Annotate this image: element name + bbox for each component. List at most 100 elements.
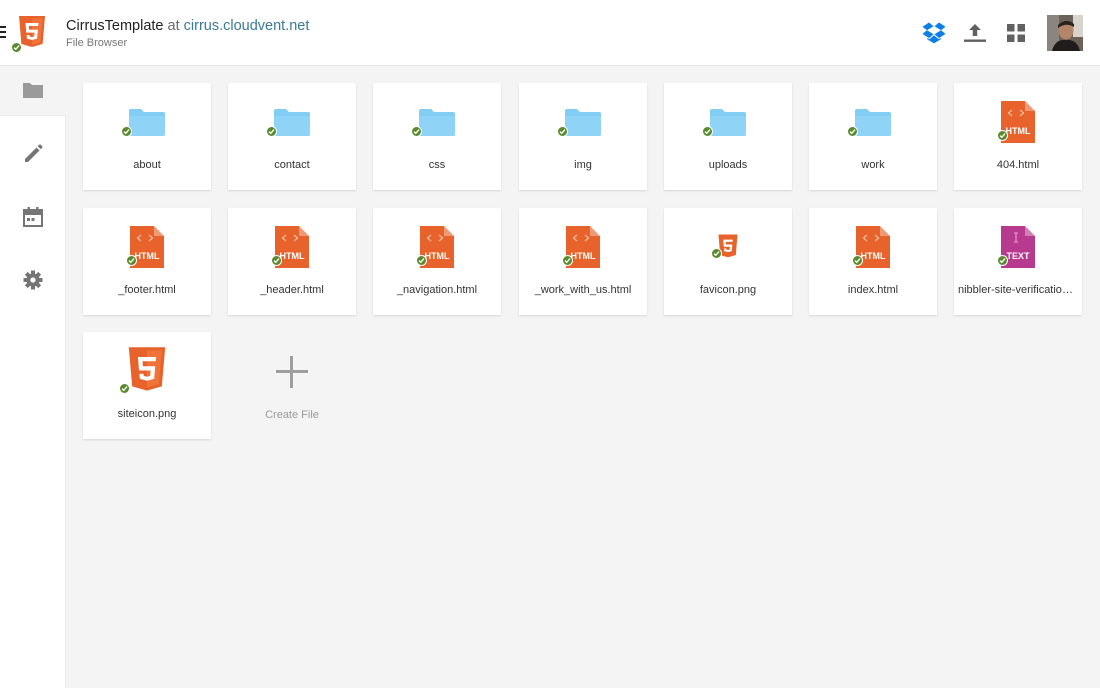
card-icon-area (664, 226, 792, 272)
html-file-icon: HTML (271, 225, 309, 273)
site-host-link[interactable]: cirrus.cloudvent.net (184, 18, 310, 34)
html5-image-icon (711, 234, 739, 265)
page-title: CirrusTemplate at cirrus.cloudvent.net (66, 18, 309, 34)
folder-icon (702, 107, 747, 142)
synced-check-icon (711, 247, 722, 259)
folder-icon (23, 83, 43, 98)
sidebar-item-settings[interactable] (0, 255, 66, 305)
file-name: img (574, 159, 592, 171)
synced-check-icon (11, 42, 22, 53)
folder-icon (121, 107, 166, 142)
file-name: favicon.png (699, 284, 757, 296)
card-icon-area (519, 101, 647, 147)
file-name: siteicon.png (117, 408, 177, 420)
file-name: work (861, 159, 885, 171)
file-card[interactable]: favicon.png (664, 208, 792, 315)
card-icon-area (664, 101, 792, 147)
synced-check-icon (997, 129, 1008, 141)
file-name: 404.html (996, 159, 1040, 171)
sidebar-item-calendar[interactable] (0, 192, 66, 242)
file-card[interactable]: HTML _work_with_us.html (519, 208, 647, 315)
html-file-icon: HTML (997, 100, 1035, 148)
file-badge: HTML (861, 251, 886, 261)
file-badge: TEXT (1006, 251, 1030, 261)
file-name: _footer.html (118, 284, 176, 296)
synced-check-icon (702, 125, 713, 137)
html-file-icon: HTML (416, 225, 454, 273)
file-card[interactable]: HTML index.html (809, 208, 937, 315)
folder-card[interactable]: contact (228, 83, 356, 190)
file-card[interactable]: HTML _navigation.html (373, 208, 501, 315)
card-icon-area (228, 101, 356, 147)
file-name: _work_with_us.html (534, 284, 632, 296)
menu-icon[interactable] (0, 26, 6, 38)
file-card[interactable]: HTML _footer.html (83, 208, 211, 315)
sidebar-item-files[interactable] (0, 66, 66, 116)
sidebar-item-edit[interactable] (0, 129, 66, 179)
folder-card[interactable]: css (373, 83, 501, 190)
html5-image-icon (119, 346, 168, 400)
plus-icon (276, 356, 308, 388)
file-name: nibbler-site-verification.txt (958, 284, 1078, 296)
folder-icon (411, 107, 456, 142)
card-icon-area: HTML (228, 225, 356, 273)
folder-card[interactable]: work (809, 83, 937, 190)
card-icon-area: HTML (954, 100, 1082, 148)
card-icon-area: HTML (373, 225, 501, 273)
card-icon-area: HTML (809, 225, 937, 273)
sidebar (0, 66, 66, 688)
file-card[interactable]: HTML 404.html (954, 83, 1082, 190)
file-name: contact (274, 159, 310, 171)
file-card[interactable]: HTML _header.html (228, 208, 356, 315)
card-icon-area: TEXT (954, 225, 1082, 273)
upload-icon[interactable] (962, 20, 988, 46)
synced-check-icon (847, 125, 858, 137)
html5-logo-icon[interactable] (11, 16, 47, 53)
card-icon-area (83, 101, 211, 147)
file-card[interactable]: siteicon.png (83, 332, 211, 439)
synced-check-icon (266, 125, 277, 137)
folder-card[interactable]: uploads (664, 83, 792, 190)
card-icon-area: HTML (83, 225, 211, 273)
card-icon-area (83, 346, 211, 396)
folder-icon (266, 107, 311, 142)
file-name: index.html (847, 284, 899, 296)
gear-icon (23, 270, 43, 290)
file-badge: HTML (425, 251, 450, 261)
card-icon-area (809, 101, 937, 147)
card-icon-area: HTML (519, 225, 647, 272)
file-badge: HTML (135, 251, 160, 261)
user-avatar[interactable] (1047, 15, 1083, 51)
file-badge: HTML (280, 251, 305, 261)
html-file-icon: HTML (852, 225, 890, 273)
synced-check-icon (121, 125, 132, 137)
file-name: _navigation.html (396, 284, 478, 296)
text-file-icon: TEXT (997, 225, 1035, 273)
grid-icon[interactable] (1003, 20, 1029, 46)
file-name: about (133, 159, 161, 171)
create-file-button[interactable]: Create File (228, 332, 356, 439)
synced-check-icon (557, 125, 568, 137)
create-file-label: Create File (265, 409, 319, 421)
synced-check-icon (411, 125, 422, 137)
calendar-icon (23, 207, 43, 227)
synced-check-icon (416, 254, 427, 266)
file-card[interactable]: TEXT nibbler-site-verification.txt (954, 208, 1082, 315)
folder-card[interactable]: img (519, 83, 647, 190)
synced-check-icon (997, 254, 1008, 266)
file-name: uploads (708, 159, 748, 171)
synced-check-icon (271, 254, 282, 266)
synced-check-icon (852, 254, 863, 266)
html-file-icon: HTML (126, 225, 164, 273)
page-subtitle: File Browser (66, 37, 128, 49)
folder-card[interactable]: about (83, 83, 211, 190)
synced-check-icon (126, 254, 137, 266)
synced-check-icon (119, 382, 130, 394)
file-name: css (428, 159, 446, 171)
pencil-icon (25, 144, 43, 162)
project-name[interactable]: CirrusTemplate (66, 18, 164, 34)
dropbox-icon[interactable] (921, 20, 947, 46)
site-title-block: CirrusTemplate at cirrus.cloudvent.net F… (66, 18, 309, 49)
folder-icon (847, 107, 892, 142)
folder-icon (557, 107, 602, 142)
